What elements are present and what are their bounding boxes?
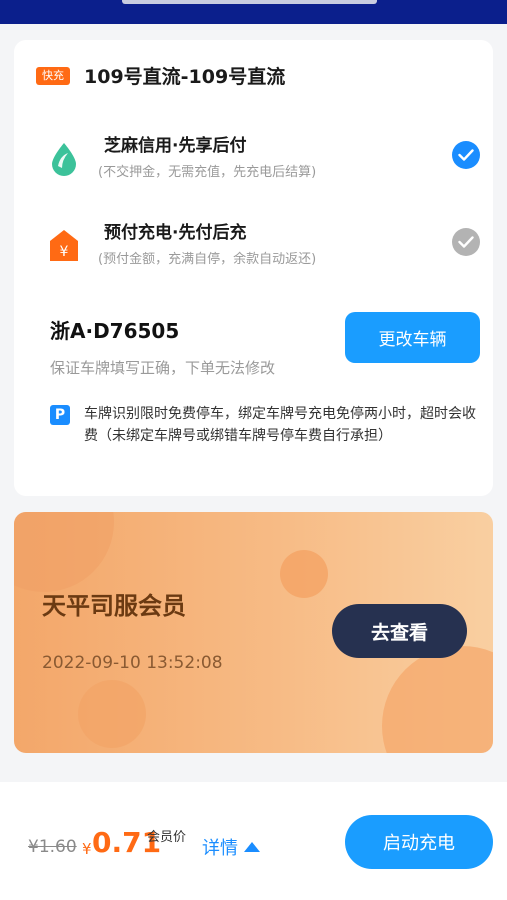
member-datetime: 2022-09-10 13:52:08 [42, 653, 223, 673]
selected-check-icon[interactable] [452, 141, 480, 169]
original-price: ¥1.60 [28, 837, 77, 857]
payment-option-title: 预付充电·先付后充 [104, 223, 247, 243]
svg-text:¥: ¥ [60, 244, 69, 260]
top-status-bar [0, 0, 507, 24]
station-header: 快充 109号直流-109号直流 [36, 62, 285, 89]
member-banner[interactable]: 天平司服会员 2022-09-10 13:52:08 去查看 [14, 512, 493, 753]
unselected-check-icon[interactable] [452, 228, 480, 256]
license-plate: 浙A·D76505 [50, 319, 180, 343]
prepaid-yen-icon: ¥ [48, 228, 80, 264]
start-charging-button[interactable]: 启动充电 [345, 815, 493, 869]
currency-symbol: ¥ [82, 840, 92, 858]
payment-option-prepaid[interactable]: ¥ 预付充电·先付后充 (预付金额，充满自停，余款自动返还) [48, 218, 488, 278]
fast-charge-tag: 快充 [36, 66, 70, 85]
payment-option-desc: (不交押金，无需充值，先充电后结算) [98, 165, 317, 180]
payment-option-sesame[interactable]: 芝麻信用·先享后付 (不交押金，无需充值，先充电后结算) [48, 131, 488, 191]
view-member-button[interactable]: 去查看 [332, 604, 467, 658]
parking-icon: P [50, 405, 70, 425]
payment-option-title: 芝麻信用·先享后付 [104, 136, 247, 156]
decor-circle [382, 646, 493, 753]
decor-circle [14, 512, 114, 592]
parking-notice-text: 车牌识别限时免费停车，绑定车牌号充电免停两小时，超时会收费（未绑定车牌号或绑错车… [84, 406, 476, 444]
sesame-credit-icon [48, 141, 80, 177]
member-price-label: 会员价 [147, 830, 187, 845]
chevron-up-icon [244, 842, 260, 852]
bottom-action-bar: ¥1.60 ¥ 0.71 会员价 详情 启动充电 [0, 782, 507, 900]
decor-circle [78, 680, 146, 748]
payment-option-desc: (预付金额，充满自停，余款自动返还) [98, 252, 317, 267]
decor-circle [280, 550, 328, 598]
station-name: 109号直流-109号直流 [84, 66, 286, 88]
price-detail-link[interactable]: 详情 [202, 834, 260, 860]
change-vehicle-button[interactable]: 更改车辆 [345, 312, 480, 363]
member-title: 天平司服会员 [42, 592, 186, 620]
detail-label: 详情 [202, 838, 238, 859]
plate-hint: 保证车牌填写正确，下单无法修改 [50, 359, 276, 377]
top-handle [122, 0, 377, 4]
